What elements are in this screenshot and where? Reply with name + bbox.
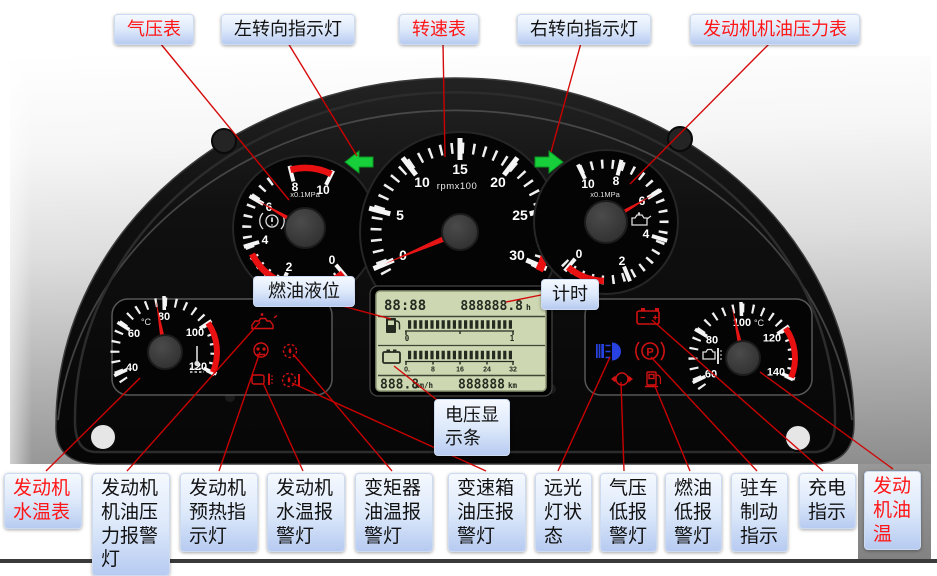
label-right-turn-indicator: 右转向指示灯 [517, 14, 651, 45]
label-air-pressure-low-warning: 气压低报警灯 [600, 473, 657, 552]
oil-pressure-gauge: 0 2 4 6 8 10 x0.1MPa [534, 150, 678, 294]
label-tachometer: 转速表 [399, 14, 479, 45]
label-parking-brake-indicator: 驻车制动指示 [731, 473, 788, 552]
svg-text:100: 100 [186, 327, 204, 339]
svg-text:4: 4 [262, 233, 269, 247]
label-hour-meter: 计时 [541, 279, 599, 310]
oil-pressure-unit: x0.1MPa [590, 190, 620, 199]
svg-text:5: 5 [396, 207, 404, 223]
screw-hole [668, 127, 692, 151]
svg-text:24: 24 [483, 367, 491, 374]
label-water-temp-warning: 发动机水温报警灯 [267, 473, 345, 552]
svg-text:15: 15 [452, 161, 468, 177]
svg-text:16: 16 [456, 367, 464, 374]
svg-text:2: 2 [286, 260, 293, 274]
oil-temp-unit: °C [754, 318, 765, 328]
screw-hole [785, 425, 811, 451]
water-temp-unit: °C [141, 317, 152, 327]
svg-text:1: 1 [510, 334, 515, 343]
needle-hub [726, 341, 760, 375]
svg-text:h: h [526, 303, 531, 312]
screw-hole [212, 129, 236, 153]
svg-text:4: 4 [643, 227, 650, 241]
label-fuel-level: 燃油液位 [253, 276, 355, 307]
air-pressure-unit: x0.1MPa [290, 190, 320, 199]
svg-text:20: 20 [490, 174, 506, 190]
label-engine-preheat-indicator: 发动机预热指示灯 [180, 473, 258, 552]
svg-text:60: 60 [705, 369, 717, 381]
lcd-clock: 88:88 [384, 298, 426, 314]
svg-text:40: 40 [126, 362, 138, 374]
label-engine-oil-pressure-gauge: 发动机机油压力表 [690, 14, 860, 45]
svg-text:32: 32 [509, 367, 517, 374]
svg-text:0: 0 [329, 253, 336, 267]
label-air-pressure-gauge: 气压表 [114, 14, 194, 45]
label-engine-water-temp-gauge: 发动机水温表 [4, 473, 82, 529]
label-fuel-low-warning: 燃油低报警灯 [665, 473, 722, 552]
needle-hub [585, 201, 627, 243]
lcd-odometer: 888888 [458, 378, 505, 393]
label-transmission-oil-pressure-warning: 变速箱油压报警灯 [448, 473, 526, 552]
label-high-beam-status: 远光灯状态 [535, 473, 592, 552]
svg-text:10: 10 [414, 174, 430, 190]
svg-text:P: P [646, 347, 653, 359]
svg-text:120: 120 [763, 333, 781, 345]
needle-hub [285, 208, 325, 248]
svg-text:0.: 0. [404, 367, 410, 374]
svg-text:8: 8 [613, 174, 620, 188]
svg-text:140: 140 [767, 367, 785, 379]
label-left-turn-indicator: 左转向指示灯 [221, 14, 355, 45]
svg-text:km: km [508, 381, 518, 390]
tachometer-unit: rpmx100 [437, 181, 477, 192]
svg-text:80: 80 [706, 335, 718, 347]
svg-text:30: 30 [509, 247, 525, 263]
right-lower-panel: P [585, 299, 812, 395]
label-charge-indicator: 充电指示 [799, 473, 856, 529]
svg-text:2: 2 [619, 254, 626, 268]
svg-text:60: 60 [128, 328, 140, 340]
lcd-hour-meter: 888888.8 [460, 299, 523, 314]
needle-hub [148, 335, 182, 369]
needle-hub [442, 214, 478, 250]
svg-text:10: 10 [581, 177, 595, 191]
label-torque-converter-temp-warning: 变矩器油温报警灯 [355, 473, 433, 552]
svg-text:0: 0 [405, 334, 410, 343]
screw-hole [90, 424, 116, 450]
high-beam-icon [596, 343, 621, 361]
svg-text:0: 0 [576, 247, 583, 261]
left-lower-panel: 40 60 80 100 120 °C [112, 296, 332, 395]
svg-text:8: 8 [431, 367, 435, 374]
svg-text:25: 25 [512, 207, 528, 223]
lcd-display: 88:88 888888.8 h 0 1 0. [370, 286, 552, 396]
label-engine-oil-pressure-warning: 发动机机油压力报警灯 [92, 473, 170, 576]
label-engine-oil-temp: 发动机油温 [864, 471, 921, 550]
label-voltage-bar: 电压显示条 [434, 399, 510, 456]
lcd-speed: 888.8 [380, 378, 419, 393]
